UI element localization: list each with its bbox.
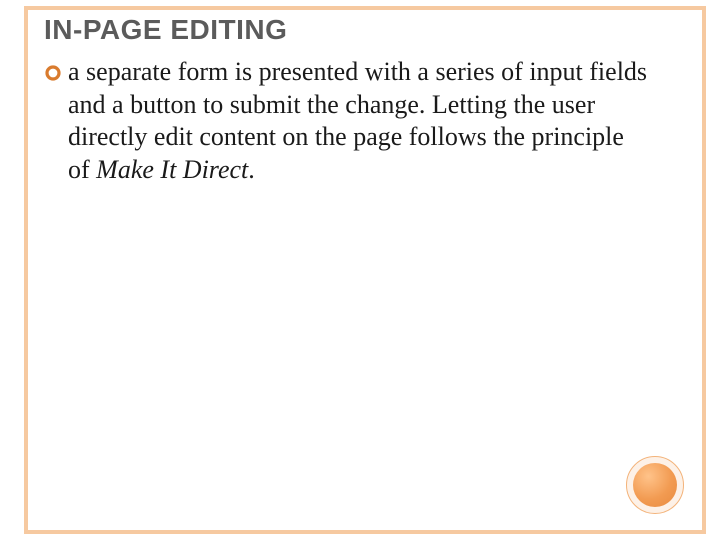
bullet-text-period: . — [248, 155, 255, 184]
slide-content: IN-PAGE EDITING a separate form is prese… — [44, 14, 684, 520]
decorative-border-bottom — [24, 530, 706, 534]
slide-title: IN-PAGE EDITING — [44, 14, 684, 46]
decorative-border-top — [24, 6, 706, 10]
bullet-row: a separate form is presented with a seri… — [44, 56, 684, 186]
decorative-circle-inner — [633, 463, 677, 507]
decorative-border-left — [24, 6, 28, 532]
bullet-text: a separate form is presented with a seri… — [68, 56, 648, 186]
slide-container: IN-PAGE EDITING a separate form is prese… — [0, 0, 720, 540]
decorative-border-right — [702, 6, 706, 532]
decorative-corner-circle — [626, 456, 684, 514]
principle-name: Make It Direct — [96, 155, 248, 184]
ring-bullet-icon — [44, 56, 62, 86]
